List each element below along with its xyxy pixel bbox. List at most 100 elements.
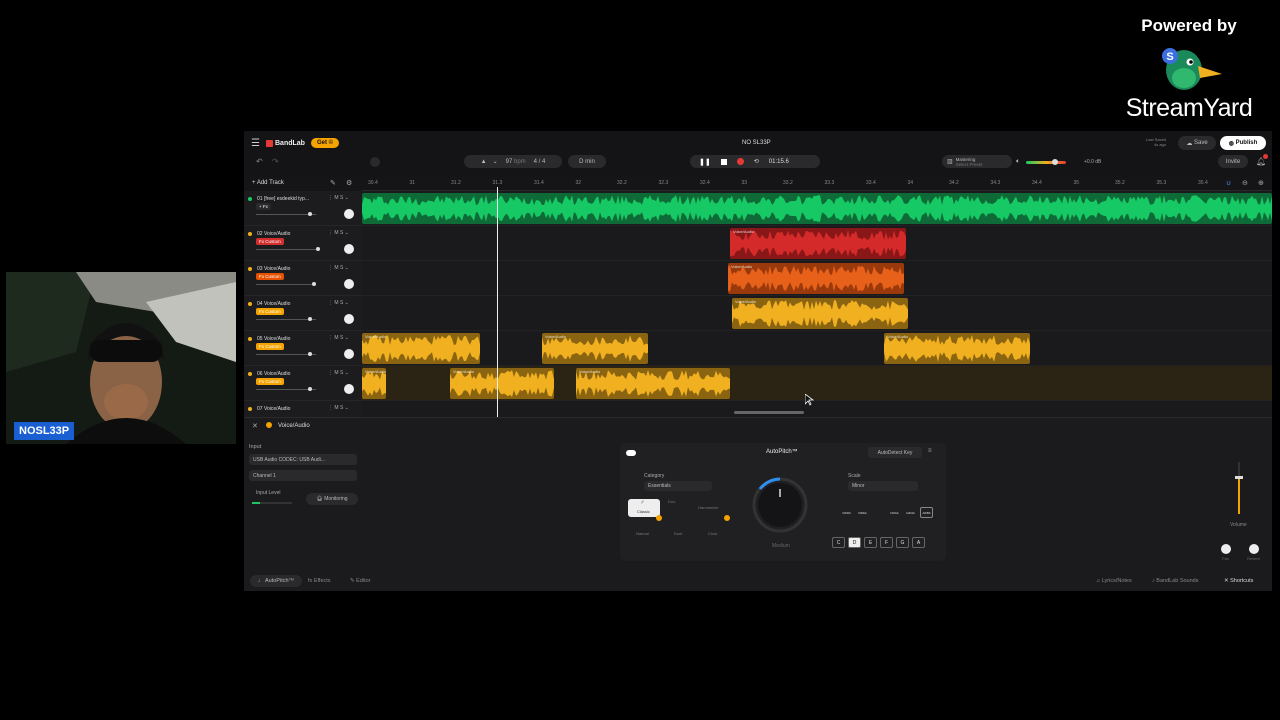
- track-volume-slider[interactable]: [256, 352, 316, 356]
- publish-button[interactable]: ◍ Publish: [1220, 136, 1266, 150]
- tab-editor[interactable]: ✎ Editor: [350, 578, 371, 584]
- scale-select[interactable]: Minor: [848, 481, 918, 491]
- key-button-f[interactable]: F: [880, 537, 893, 548]
- track-volume-thumb[interactable]: [308, 317, 312, 321]
- metronome-icon[interactable]: ▲: [481, 159, 487, 165]
- mute-solo-buttons[interactable]: ⋮ M S ⌄: [328, 405, 349, 411]
- timeline-ruler[interactable]: 30.4 31 31.2 31.3 31.4 32 32.2 32.3 32.4 33 33.2 33…: [362, 177, 1272, 191]
- sharp-key-button[interactable]: G#/Ab: [904, 507, 917, 518]
- mastering-selector[interactable]: ▥ Mastering Select Preset: [942, 155, 1012, 168]
- audio-region[interactable]: [362, 193, 1272, 224]
- audio-region[interactable]: Voice/Audio: [728, 263, 904, 294]
- record-icon[interactable]: [736, 158, 744, 165]
- key-button-d[interactable]: D: [848, 537, 861, 548]
- track-pan-knob[interactable]: [344, 349, 354, 359]
- master-volume-slider[interactable]: [1026, 159, 1066, 165]
- audio-region[interactable]: Voice/Audio: [362, 333, 480, 364]
- mode-natural[interactable]: Natural: [636, 531, 649, 536]
- key-button-e[interactable]: E: [864, 537, 877, 548]
- track-name[interactable]: 01 [free] esdeekid typ...: [257, 196, 309, 202]
- track-header[interactable]: 04 Voice/Audio Fx Custom ⋮ M S ⌄: [244, 296, 362, 331]
- mute-solo-buttons[interactable]: ⋮ M S ⌄: [328, 335, 349, 341]
- key-button-a[interactable]: A: [912, 537, 925, 548]
- pause-icon[interactable]: ❚❚: [699, 158, 711, 166]
- mute-solo-buttons[interactable]: ⋮ M S ⌄: [328, 230, 349, 236]
- track-volume-slider[interactable]: [256, 212, 316, 216]
- sharp-key-button[interactable]: D#/Eb: [856, 507, 869, 518]
- track-pan-knob[interactable]: [344, 209, 354, 219]
- mode-duet[interactable]: Duet: [674, 531, 682, 536]
- key-selector[interactable]: D min: [568, 155, 606, 168]
- audio-region[interactable]: Voice/Audio: [730, 228, 906, 259]
- loop-icon[interactable]: ⟲: [754, 158, 759, 165]
- master-volume-thumb[interactable]: [1052, 159, 1058, 165]
- track-volume-slider[interactable]: [256, 387, 316, 391]
- mode-choir[interactable]: Choir: [708, 531, 718, 536]
- audio-region[interactable]: Voice/Audio: [542, 333, 648, 364]
- track-volume-thumb[interactable]: [312, 282, 316, 286]
- horizontal-scrollbar[interactable]: [734, 411, 804, 414]
- mode-duo[interactable]: Duo: [668, 499, 675, 504]
- bandlab-sounds-button[interactable]: ♪ BandLab Sounds: [1152, 578, 1199, 584]
- track-lane[interactable]: Voice/Audio: [362, 226, 1272, 261]
- lyrics-notes-button[interactable]: ♫ Lyrics/Notes: [1096, 578, 1132, 584]
- zoom-out-icon[interactable]: ⊖: [1242, 179, 1248, 187]
- menu-icon[interactable]: ☰: [251, 138, 260, 149]
- close-icon[interactable]: ✕: [252, 422, 258, 430]
- track-lane[interactable]: Voice/Audio: [362, 261, 1272, 296]
- shortcuts-button[interactable]: ✕ Shortcuts: [1224, 578, 1253, 584]
- track-settings-icon[interactable]: ⚙︎: [346, 179, 352, 187]
- audio-region[interactable]: Voice/Audio: [576, 368, 730, 399]
- track-name[interactable]: 02 Voice/Audio: [257, 231, 290, 237]
- bpm-value[interactable]: 97: [506, 159, 513, 165]
- speaker-icon[interactable]: 🔈︎: [1016, 158, 1020, 166]
- mute-solo-buttons[interactable]: ⋮ M S ⌄: [328, 370, 349, 376]
- get-button[interactable]: Get ©: [311, 138, 339, 148]
- sharp-key-button[interactable]: A#/Bb: [920, 507, 933, 518]
- track-header[interactable]: 06 Voice/Audio Fx Custom ⋮ M S ⌄: [244, 366, 362, 401]
- sharp-key-button[interactable]: C#/Db: [840, 507, 853, 518]
- tab-autopitch[interactable]: ♩ AutoPitch™: [250, 575, 302, 587]
- category-select[interactable]: Essentials: [644, 481, 712, 491]
- track-lane[interactable]: Voice/Audio Voice/Audio Voice/Audio: [362, 331, 1272, 366]
- snap-icon[interactable]: ∪: [1226, 179, 1231, 187]
- track-pan-knob[interactable]: [344, 279, 354, 289]
- pan-knob[interactable]: [1221, 544, 1231, 554]
- monitoring-button[interactable]: 🎧︎ Monitoring: [306, 493, 358, 505]
- channel-select[interactable]: Channel 1: [249, 470, 357, 481]
- audio-region[interactable]: Voice/Audio: [450, 368, 554, 399]
- save-button[interactable]: ☁︎ Save: [1178, 136, 1216, 150]
- track-fx-button[interactable]: + Fx: [256, 203, 271, 210]
- track-pan-knob[interactable]: [344, 244, 354, 254]
- track-header[interactable]: 03 Voice/Audio Fx Custom ⋮ M S ⌄: [244, 261, 362, 296]
- strength-knob[interactable]: [750, 475, 810, 535]
- track-name[interactable]: 07 Voice/Audio: [257, 406, 290, 412]
- audio-region[interactable]: Voice/Audio: [884, 333, 1030, 364]
- track-volume-thumb[interactable]: [308, 352, 312, 356]
- track-header[interactable]: 01 [free] esdeekid typ... + Fx ⋮ M S ⌄: [244, 191, 362, 226]
- track-fx-button[interactable]: Fx Custom: [256, 238, 284, 245]
- tab-effects[interactable]: fx Effects: [308, 578, 331, 584]
- input-device-select[interactable]: USB Audio CODEC: USB Audi...: [249, 454, 357, 465]
- time-signature[interactable]: 4 / 4: [534, 159, 546, 165]
- mute-solo-buttons[interactable]: ⋮ M S ⌄: [328, 265, 349, 271]
- zoom-in-icon[interactable]: ⊕: [1258, 179, 1264, 187]
- audio-region[interactable]: Voice/Audio: [362, 368, 386, 399]
- edit-tool-icon[interactable]: ✎: [330, 179, 336, 187]
- track-fx-button[interactable]: Fx Custom: [256, 343, 284, 350]
- mode-classic[interactable]: ♂ Classic: [628, 499, 660, 517]
- track-lane[interactable]: Voice/Audio Voice/Audio Voice/Audio: [362, 366, 1272, 401]
- chevron-down-icon[interactable]: ⌄: [493, 158, 498, 165]
- autopitch-toggle[interactable]: [626, 450, 636, 456]
- redo-icon[interactable]: ↷: [272, 157, 279, 166]
- track-volume-thumb[interactable]: [308, 387, 312, 391]
- track-pan-knob[interactable]: [344, 314, 354, 324]
- track-name[interactable]: 05 Voice/Audio: [257, 336, 290, 342]
- undo-icon[interactable]: ↶: [256, 157, 263, 166]
- track-fx-button[interactable]: Fx Custom: [256, 273, 284, 280]
- track-name[interactable]: 03 Voice/Audio: [257, 266, 290, 272]
- track-volume-slider[interactable]: [256, 247, 320, 251]
- add-track-button[interactable]: + Add Track: [252, 180, 284, 186]
- track-pan-knob[interactable]: [344, 384, 354, 394]
- audio-region[interactable]: Voice/Audio: [732, 298, 908, 329]
